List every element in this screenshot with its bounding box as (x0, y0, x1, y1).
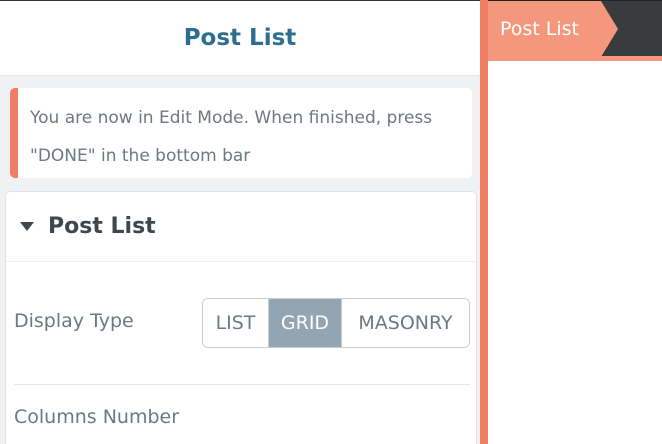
display-type-list-option[interactable]: LIST (203, 299, 269, 347)
display-type-selector: LIST GRID MASONRY (202, 298, 470, 348)
panel-title: Post List (183, 25, 297, 51)
display-type-label: Display Type (14, 310, 134, 332)
caret-down-icon (20, 222, 34, 231)
divider (14, 384, 470, 385)
notice-text: You are now in Edit Mode. When finished,… (30, 108, 433, 166)
preview-area: Post List (488, 0, 662, 444)
preview-toolbar: Post List (488, 0, 662, 57)
panel-resize-handle[interactable] (480, 0, 488, 444)
preview-highlight-border (488, 56, 662, 61)
display-type-grid-option[interactable]: GRID (269, 299, 342, 347)
edit-mode-notice: You are now in Edit Mode. When finished,… (10, 88, 472, 178)
panel-header: Post List (0, 0, 480, 76)
columns-number-label: Columns Number (14, 406, 180, 428)
post-list-section: Post List Display Type LIST GRID MASONRY… (5, 191, 477, 444)
preview-element-tab[interactable]: Post List (488, 1, 618, 57)
section-toggle[interactable]: Post List (6, 192, 476, 262)
display-type-masonry-option[interactable]: MASONRY (342, 299, 469, 347)
editor-root: Post List You are now in Edit Mode. When… (0, 0, 662, 444)
display-type-row: Display Type LIST GRID MASONRY (14, 298, 470, 348)
section-title: Post List (48, 214, 156, 239)
settings-panel: Post List You are now in Edit Mode. When… (0, 0, 480, 444)
